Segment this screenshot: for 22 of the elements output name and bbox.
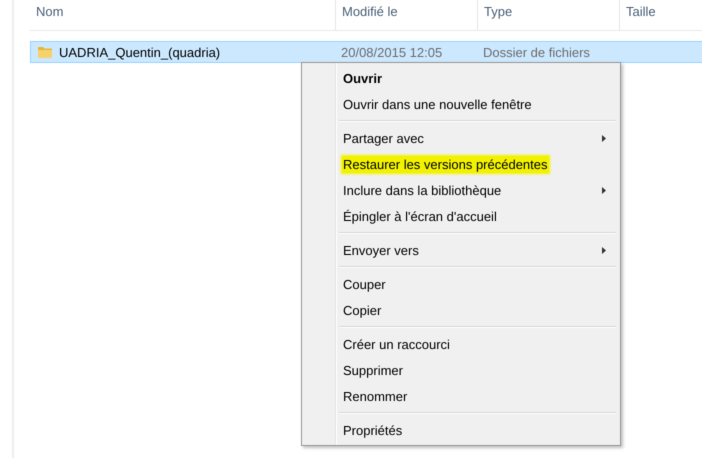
menu-item[interactable]: Couper [304, 271, 618, 297]
file-row[interactable]: UADRIA_Quentin_(quadria) 20/08/2015 12:05 Dossier de fichiers [30, 41, 702, 63]
menu-item[interactable]: Restaurer les versions précédentes [304, 151, 618, 177]
menu-item[interactable]: Envoyer vers [304, 237, 618, 263]
menu-item[interactable]: Épingler à l'écran d'accueil [304, 203, 618, 229]
menu-item[interactable]: Partager avec [304, 125, 618, 151]
column-header[interactable]: Nom [30, 0, 336, 30]
menu-item[interactable]: Créer un raccourci [304, 331, 618, 357]
menu-item[interactable]: Renommer [304, 383, 618, 409]
folder-icon [37, 45, 53, 59]
column-header[interactable]: Type [478, 0, 620, 30]
column-header[interactable]: Taille [620, 0, 702, 30]
column-header[interactable]: Modifié le [336, 0, 478, 30]
menu-item[interactable]: Ouvrir [304, 65, 618, 91]
menu-item[interactable]: Inclure dans la bibliothèque [304, 177, 618, 203]
table-cell-text: Dossier de fichiers [482, 44, 591, 60]
menu-item[interactable]: Copier [304, 297, 618, 323]
menu-item[interactable]: Supprimer [304, 357, 618, 383]
table-cell-text: 20/08/2015 12:05 [340, 44, 444, 60]
menu-item[interactable]: Ouvrir dans une nouvelle fenêtre [304, 91, 618, 117]
file-name: UADRIA_Quentin_(quadria) [59, 44, 220, 60]
menu-item[interactable]: Propriétés [304, 417, 618, 443]
